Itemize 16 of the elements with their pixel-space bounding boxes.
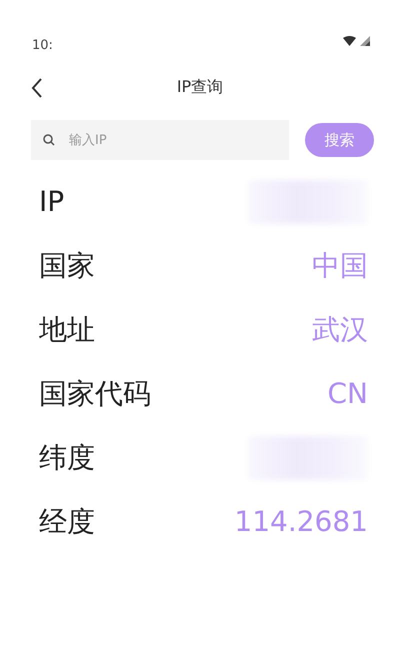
search-field[interactable]: 输入IP (31, 120, 289, 160)
status-time: 10: (32, 37, 53, 55)
field-value: 中国 (312, 248, 368, 284)
field-label: 纬度 (39, 440, 95, 476)
wifi-icon (343, 36, 356, 46)
field-label: 国家代码 (39, 376, 151, 412)
field-value: 114.2681 (234, 504, 368, 540)
search-button[interactable]: 搜索 (305, 123, 374, 157)
field-label: IP (39, 184, 64, 220)
signal-icon (360, 36, 370, 46)
page-title: IP查询 (176, 76, 224, 98)
field-label: 经度 (39, 504, 95, 540)
field-value: 武汉 (312, 312, 368, 348)
field-label: 地址 (39, 312, 95, 348)
field-value: CN (328, 376, 368, 412)
field-label: 国家 (39, 248, 95, 284)
